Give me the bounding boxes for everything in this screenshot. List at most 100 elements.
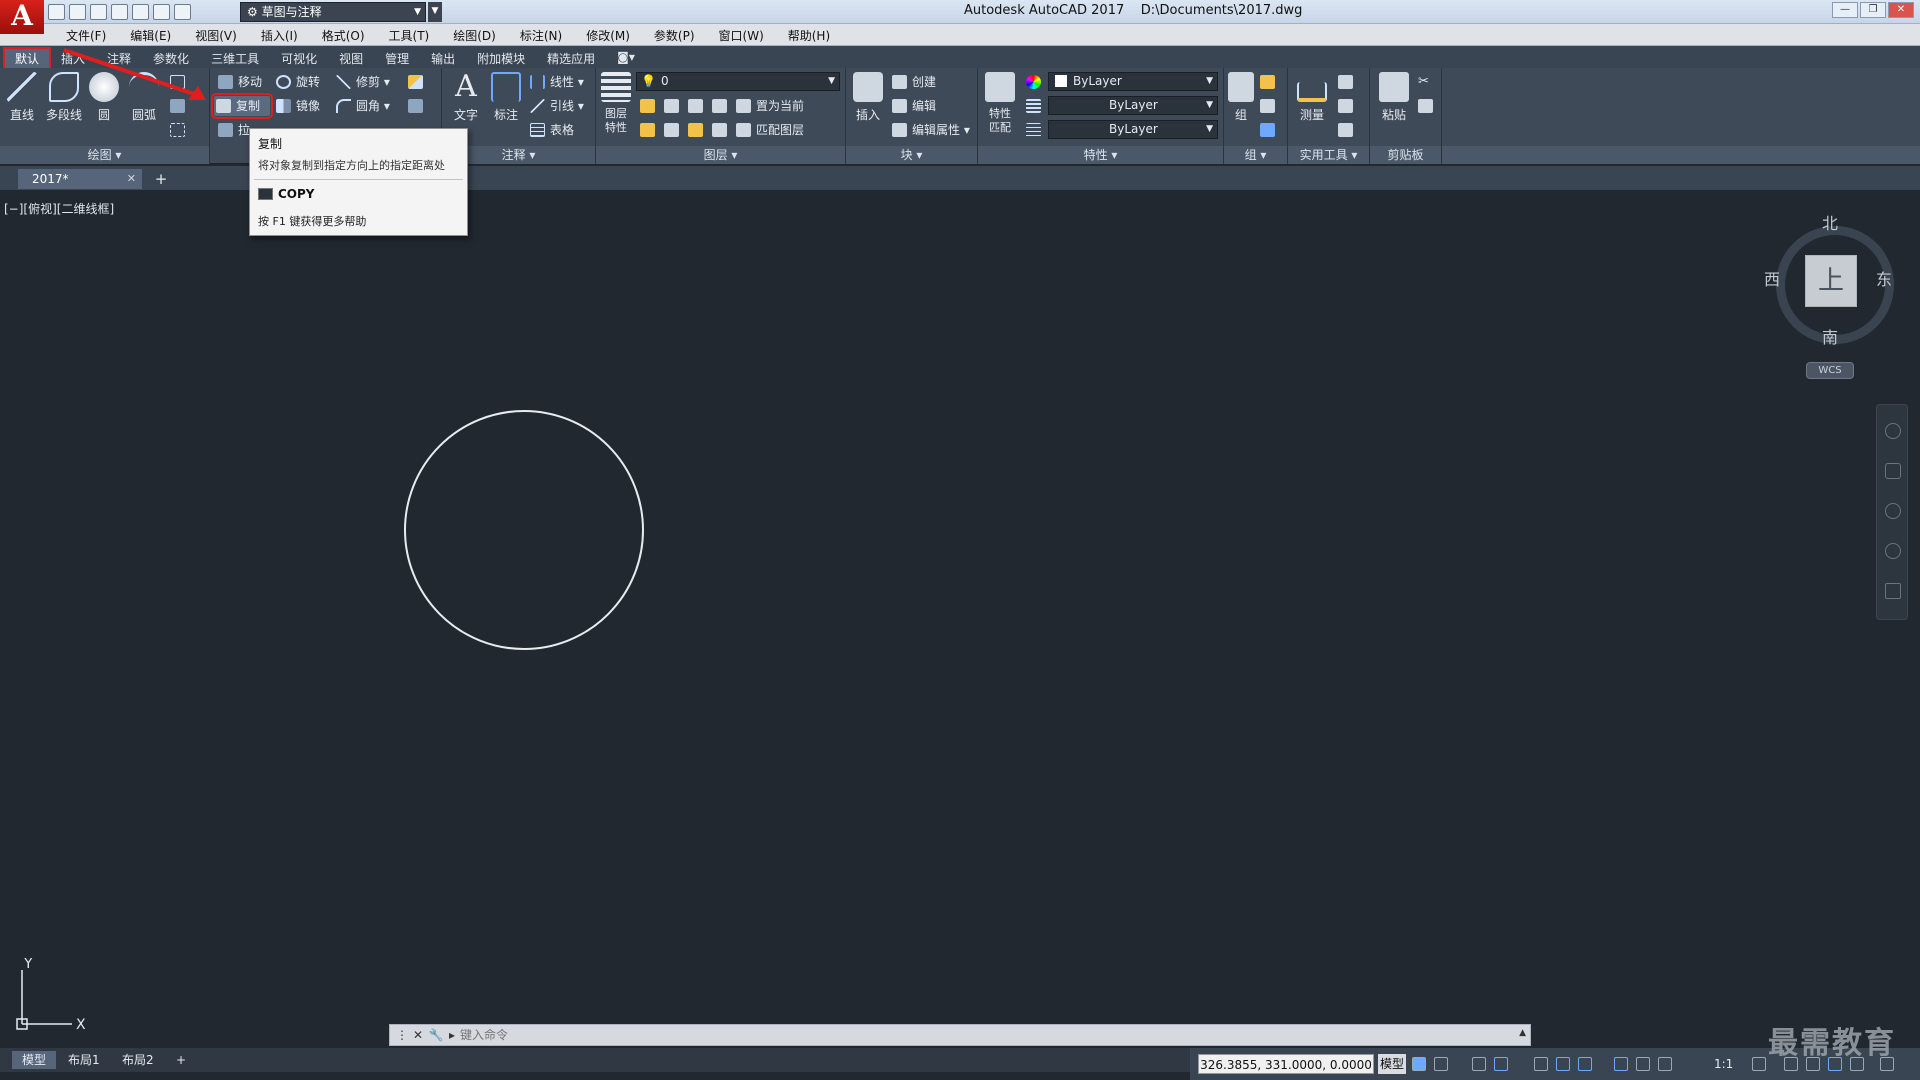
tab-visualize[interactable]: 可视化 (270, 48, 328, 69)
erase-button[interactable] (406, 72, 428, 92)
polar-icon[interactable] (1494, 1057, 1508, 1071)
edit-attributes-button[interactable]: 编辑属性 ▾ (890, 120, 970, 140)
insert-block-button[interactable]: 插入 (848, 72, 888, 123)
dimension-button[interactable]: 标注 (486, 72, 526, 123)
linetype-dropdown[interactable]: ByLayer ▼ (1048, 96, 1218, 115)
viewcube-top-face[interactable]: 上 (1805, 255, 1857, 307)
line-button[interactable]: 直线 (2, 72, 42, 123)
copy-button[interactable]: 复制 (211, 93, 273, 119)
command-input[interactable] (460, 1026, 1520, 1044)
menu-dimension[interactable]: 标注(N) (508, 27, 574, 44)
new-tab-button[interactable]: + (150, 169, 172, 189)
zoom-icon[interactable] (1885, 503, 1901, 519)
tab-insert[interactable]: 插入 (50, 48, 96, 69)
menu-modify[interactable]: 修改(M) (574, 27, 642, 44)
rectangle-button[interactable] (168, 72, 190, 92)
linear-dim-button[interactable]: 线性 ▾ (528, 72, 584, 92)
file-tab[interactable]: 2017* ✕ (18, 169, 142, 189)
lineweight-icon[interactable] (1024, 120, 1046, 140)
color-wheel-icon[interactable] (1024, 72, 1046, 92)
layer-tool-8[interactable] (710, 120, 732, 140)
stretch-button[interactable]: 拉 (216, 120, 250, 140)
workspace-selector[interactable]: ⚙ 草图与注释 ▼ (240, 2, 426, 22)
calculator-button[interactable] (1336, 120, 1358, 140)
close-button[interactable]: ✕ (1888, 2, 1914, 18)
panel-clipboard-title[interactable]: 剪贴板 (1370, 146, 1441, 164)
layer-tool-1[interactable] (638, 96, 660, 116)
create-block-button[interactable]: 创建 (890, 72, 936, 92)
viewport-controls-label[interactable]: [−][俯视][二维线框] (4, 200, 114, 217)
coordinate-readout[interactable]: 326.3855, 331.0000, 0.0000 (1198, 1054, 1374, 1074)
panel-utilities-title[interactable]: 实用工具 ▾ (1288, 146, 1369, 164)
command-history-icon[interactable]: ▸ (444, 1027, 460, 1043)
wcs-menu[interactable]: WCS (1806, 362, 1854, 379)
grid-icon[interactable] (1412, 1057, 1426, 1071)
tab-3d-tools[interactable]: 三维工具 (200, 48, 270, 69)
panel-block-title[interactable]: 块 ▾ (846, 146, 977, 164)
arc-button[interactable]: 圆弧 (124, 72, 164, 123)
match-layer-button[interactable]: 匹配图层 (734, 120, 804, 140)
menu-format[interactable]: 格式(O) (310, 27, 377, 44)
paste-button[interactable]: 粘贴 (1374, 72, 1414, 123)
compass-west[interactable]: 西 (1764, 266, 1780, 290)
grip-icon[interactable]: ⋮ (394, 1027, 410, 1043)
tab-parametric[interactable]: 参数化 (142, 48, 200, 69)
pan-hand-icon[interactable] (1885, 463, 1901, 479)
menu-parametric[interactable]: 参数(P) (642, 27, 707, 44)
steering-wheel-icon[interactable] (1885, 423, 1901, 439)
tab-layout2[interactable]: 布局2 (112, 1051, 164, 1069)
menu-help[interactable]: 帮助(H) (776, 27, 842, 44)
circle-entity[interactable] (404, 410, 644, 650)
menu-tools[interactable]: 工具(T) (377, 27, 442, 44)
hatch-button[interactable] (168, 96, 190, 116)
compass-south[interactable]: 南 (1822, 324, 1838, 348)
copy-clip-button[interactable] (1416, 96, 1438, 116)
object-snap-icon[interactable] (1578, 1057, 1592, 1071)
tab-default[interactable]: 默认 (2, 47, 52, 70)
chevron-up-icon[interactable]: ▲ (1519, 1028, 1526, 1038)
redo-icon[interactable] (174, 4, 191, 20)
explode-button[interactable] (406, 96, 428, 116)
customize-wrench-icon[interactable]: 🔧 (428, 1027, 444, 1043)
save-icon[interactable] (90, 4, 107, 20)
tab-model[interactable]: 模型 (12, 1051, 57, 1069)
menu-insert[interactable]: 插入(I) (249, 27, 310, 44)
menu-draw[interactable]: 绘图(D) (441, 27, 508, 44)
match-properties-button[interactable]: 特性 匹配 (980, 72, 1020, 134)
open-file-icon[interactable] (69, 4, 86, 20)
measure-button[interactable]: 测量 (1292, 72, 1332, 123)
restore-button[interactable]: ❐ (1860, 2, 1886, 18)
tab-output[interactable]: 输出 (420, 48, 466, 69)
move-button[interactable]: 移动 (216, 72, 262, 92)
layer-properties-button[interactable]: 图层 特性 (598, 72, 634, 134)
menu-window[interactable]: 窗口(W) (707, 27, 776, 44)
edit-block-button[interactable]: 编辑 (890, 96, 936, 116)
table-button[interactable]: 表格 (528, 120, 574, 140)
layer-tool-2[interactable] (662, 96, 684, 116)
close-icon[interactable]: ✕ (127, 169, 136, 189)
cut-button[interactable]: ✂ (1416, 72, 1438, 92)
panel-layers-title[interactable]: 图层 ▾ (596, 146, 845, 164)
panel-properties-title[interactable]: 特性 ▾ (978, 146, 1223, 164)
annotation-scale-icon[interactable] (1658, 1057, 1672, 1071)
ungroup-button[interactable] (1258, 72, 1280, 92)
close-icon[interactable]: ✕ (410, 1027, 426, 1043)
group-select-button[interactable] (1258, 120, 1280, 140)
boundary-button[interactable] (168, 120, 190, 140)
set-current-layer-button[interactable]: 置为当前 (734, 96, 804, 116)
point-style-button[interactable] (1336, 72, 1358, 92)
minimize-button[interactable]: — (1832, 2, 1858, 18)
menu-edit[interactable]: 编辑(E) (118, 27, 183, 44)
polyline-button[interactable]: 多段线 (44, 72, 84, 123)
panel-draw-title[interactable]: 绘图 ▾ (0, 146, 209, 164)
group-button[interactable]: 组 (1226, 72, 1256, 123)
annotation-scale[interactable]: 1:1 (1714, 1054, 1733, 1074)
rotate-button[interactable]: 旋转 (274, 72, 320, 92)
fillet-button[interactable]: 圆角 ▾ (334, 96, 390, 116)
layer-dropdown[interactable]: 💡 0 ▼ (636, 72, 840, 91)
orbit-icon[interactable] (1885, 543, 1901, 559)
ribbon-minimize-toggle[interactable]: ◙▾ (606, 48, 646, 69)
layer-tool-7[interactable] (686, 120, 708, 140)
ortho-icon[interactable] (1472, 1057, 1486, 1071)
undo-icon[interactable] (153, 4, 170, 20)
